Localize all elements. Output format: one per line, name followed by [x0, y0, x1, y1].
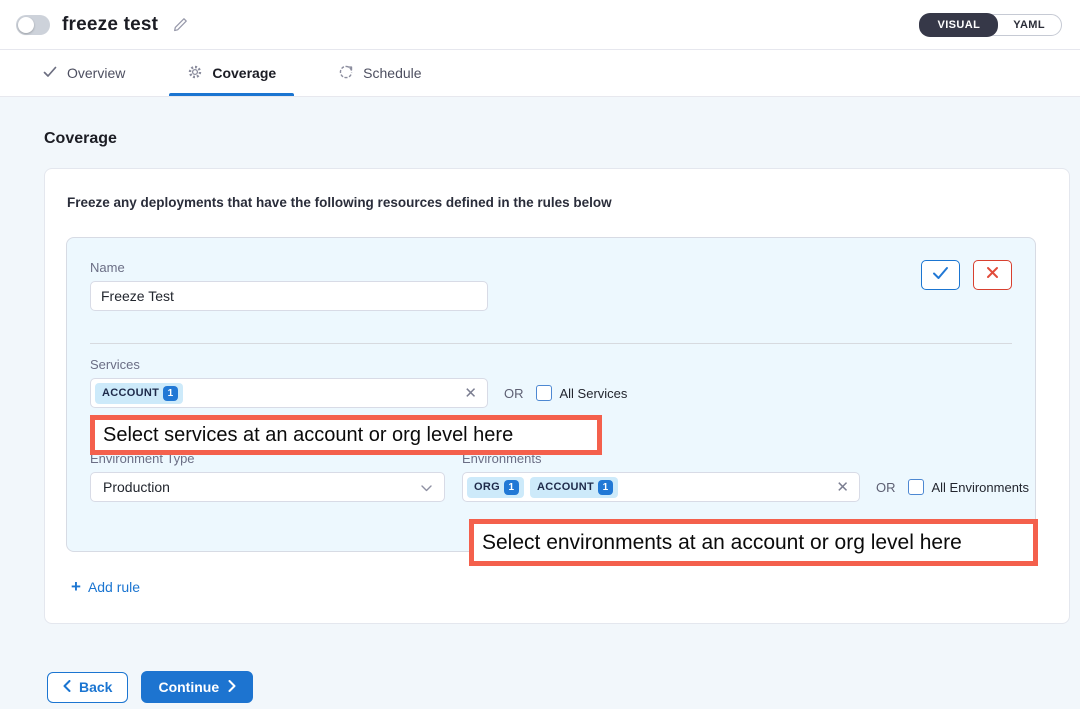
add-rule-button[interactable]: + Add rule [71, 578, 140, 595]
gear-icon [187, 64, 203, 83]
environment-row: Environment Type Production Environments [90, 451, 1012, 502]
all-environments-label: All Environments [932, 480, 1030, 495]
environment-type-select[interactable]: Production [90, 472, 445, 502]
tab-schedule[interactable]: Schedule [326, 50, 433, 96]
services-input[interactable]: ACCOUNT 1 ✕ [90, 378, 488, 408]
section-title: Coverage [44, 130, 1070, 148]
continue-label: Continue [158, 679, 219, 695]
services-label: Services [90, 357, 1012, 372]
rule-confirm-buttons [921, 260, 1012, 290]
check-icon [932, 266, 949, 285]
environment-tag[interactable]: ORG 1 [467, 477, 524, 498]
page-title: freeze test [62, 14, 158, 36]
environments-annotation-callout: Select environments at an account or org… [469, 519, 1038, 566]
back-label: Back [79, 679, 112, 695]
all-services-checkbox[interactable] [536, 385, 552, 401]
or-label: OR [504, 386, 524, 401]
visual-yaml-toggle: VISUAL YAML [919, 14, 1062, 36]
x-icon [986, 266, 999, 284]
panel-divider [90, 343, 1012, 344]
yaml-toggle-button[interactable]: YAML [997, 14, 1061, 36]
delete-rule-button[interactable] [973, 260, 1012, 290]
chevron-down-icon [421, 479, 432, 495]
visual-toggle-button[interactable]: VISUAL [919, 13, 998, 37]
add-rule-label: Add rule [88, 579, 140, 595]
services-annotation-callout: Select services at an account or org lev… [90, 415, 602, 455]
or-label: OR [876, 480, 896, 495]
tag-label: ACCOUNT [102, 387, 159, 399]
tab-label: Overview [67, 65, 125, 81]
continue-button[interactable]: Continue [141, 671, 253, 703]
chevron-left-icon [63, 679, 71, 695]
tab-overview[interactable]: Overview [30, 50, 137, 96]
services-clear-icon[interactable]: ✕ [462, 384, 479, 403]
card-description: Freeze any deployments that have the fol… [67, 195, 1069, 210]
rule-name-input[interactable] [90, 281, 488, 311]
footer-actions: Back Continue [47, 671, 1070, 703]
all-services-label: All Services [560, 386, 628, 401]
check-icon [42, 64, 58, 83]
back-button[interactable]: Back [47, 672, 128, 703]
coverage-card: Freeze any deployments that have the fol… [44, 168, 1070, 624]
service-tag[interactable]: ACCOUNT 1 [95, 383, 183, 404]
tab-label: Schedule [363, 65, 421, 81]
tag-count-badge: 1 [598, 480, 613, 495]
name-label: Name [90, 260, 488, 275]
tag-label: ORG [474, 481, 500, 493]
all-environments-checkbox[interactable] [908, 479, 924, 495]
environments-input[interactable]: ORG 1 ACCOUNT 1 ✕ [462, 472, 860, 502]
environment-tag[interactable]: ACCOUNT 1 [530, 477, 618, 498]
main-content: Coverage Freeze any deployments that hav… [0, 97, 1080, 703]
tag-count-badge: 1 [504, 480, 519, 495]
schedule-icon [338, 64, 354, 83]
name-row: Name [90, 260, 1012, 311]
rule-panel: Name [66, 237, 1036, 552]
toggle-knob [18, 17, 34, 33]
tag-label: ACCOUNT [537, 481, 594, 493]
header: freeze test VISUAL YAML [0, 0, 1080, 50]
freeze-enabled-toggle[interactable] [16, 15, 50, 35]
tab-coverage[interactable]: Coverage [175, 50, 288, 96]
tab-label: Coverage [212, 65, 276, 81]
chevron-right-icon [228, 679, 236, 695]
services-field: Services ACCOUNT 1 ✕ OR All Services [90, 357, 1012, 408]
tag-count-badge: 1 [163, 386, 178, 401]
apply-rule-button[interactable] [921, 260, 960, 290]
selected-environment-type: Production [103, 479, 170, 495]
freeze-window: freeze test VISUAL YAML Overview [0, 0, 1080, 709]
edit-title-icon[interactable] [172, 16, 189, 33]
environments-clear-icon[interactable]: ✕ [834, 478, 851, 497]
tab-bar: Overview Coverage Schedule [0, 50, 1080, 97]
plus-icon: + [71, 578, 81, 595]
